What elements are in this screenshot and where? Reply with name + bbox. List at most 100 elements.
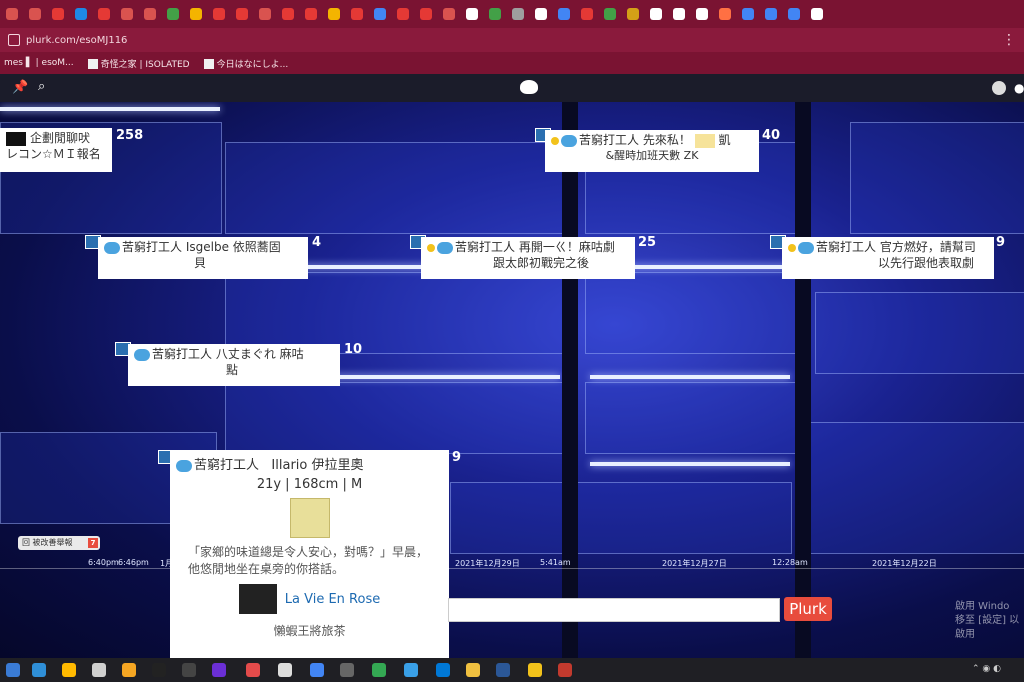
taskbar-app-icon[interactable] (32, 663, 46, 677)
address-bar[interactable]: plurk.com/esoMJ116 ⋮ (0, 28, 1024, 52)
browser-tab[interactable] (322, 0, 345, 28)
browser-tab[interactable] (598, 0, 621, 28)
browser-tab[interactable] (115, 0, 138, 28)
browser-tab[interactable] (138, 0, 161, 28)
plurk-card[interactable]: 苦窮打工人 Isgelbe 依照蕎固 貝 (98, 237, 308, 279)
browser-tab[interactable] (253, 0, 276, 28)
taskbar-app-icon[interactable] (528, 663, 542, 677)
response-count[interactable]: 4 (312, 235, 321, 250)
taskbar-app-icon[interactable] (404, 663, 418, 677)
start-icon[interactable] (6, 663, 20, 677)
taskbar-app-icon[interactable] (340, 663, 354, 677)
taskbar-app-icon[interactable] (436, 663, 450, 677)
browser-tab[interactable] (805, 0, 828, 28)
search-icon[interactable]: ⌕ (38, 79, 45, 94)
browser-tab[interactable] (46, 0, 69, 28)
browser-tab[interactable] (345, 0, 368, 28)
favicon-icon (143, 8, 156, 20)
browser-tab[interactable] (667, 0, 690, 28)
browser-tab[interactable] (368, 0, 391, 28)
plurk-logo[interactable] (520, 80, 538, 94)
browser-tab[interactable] (161, 0, 184, 28)
browser-tab[interactable] (621, 0, 644, 28)
plurk-icon (134, 348, 150, 361)
browser-tab[interactable] (713, 0, 736, 28)
favicon-icon (718, 8, 731, 20)
browser-tab[interactable] (759, 0, 782, 28)
browser-tab[interactable] (437, 0, 460, 28)
browser-tab[interactable] (69, 0, 92, 28)
aquarium-tank (225, 382, 567, 454)
plurk-card[interactable]: 苦窮打工人 八丈まぐれ 麻咕 點 (128, 344, 340, 386)
chrome-icon[interactable] (372, 663, 386, 677)
favicon-icon (488, 8, 501, 20)
taskbar-app-icon[interactable] (152, 663, 166, 677)
taskbar-app-icon[interactable] (212, 663, 226, 677)
tray-icons[interactable]: ⌃ ◉ ◐ (972, 664, 1001, 674)
taskbar-app-icon[interactable] (558, 663, 572, 677)
browser-tab[interactable] (184, 0, 207, 28)
bookmark-item[interactable]: 今日はなにしよ... (203, 57, 288, 70)
bookmark-item[interactable]: mes ▌ | esoM... (4, 58, 74, 68)
user-profile-popup[interactable]: 苦窮打工人 Illario 伊拉里奧 21y | 168cm | M 「家鄉的味… (170, 450, 449, 658)
taskbar-app-icon[interactable] (62, 663, 76, 677)
avatar[interactable] (289, 498, 330, 538)
taskbar-app-icon[interactable] (496, 663, 510, 677)
pin-icon[interactable]: 📌 (12, 80, 28, 95)
browser-tab[interactable] (782, 0, 805, 28)
browser-tab[interactable] (230, 0, 253, 28)
report-button[interactable]: 回 被改善舉報 7 (18, 536, 100, 550)
response-count[interactable]: 10 (344, 342, 362, 357)
browser-tab[interactable] (575, 0, 598, 28)
browser-tab[interactable] (0, 0, 23, 28)
response-count[interactable]: 9 (452, 450, 461, 465)
browser-tab[interactable] (23, 0, 46, 28)
notification-icon[interactable] (992, 81, 1006, 95)
browser-tab[interactable] (460, 0, 483, 28)
lock-icon (8, 34, 20, 46)
browser-tab[interactable] (736, 0, 759, 28)
browser-tab[interactable] (92, 0, 115, 28)
browser-tab[interactable] (552, 0, 575, 28)
browser-tab[interactable] (299, 0, 322, 28)
browser-tab[interactable] (391, 0, 414, 28)
browser-tab[interactable] (690, 0, 713, 28)
browser-tab[interactable] (506, 0, 529, 28)
browser-tab[interactable] (529, 0, 552, 28)
favicon-icon (5, 8, 18, 20)
response-count[interactable]: 9 (996, 235, 1005, 250)
taskbar-app-icon[interactable] (310, 663, 324, 677)
favicon-icon (419, 8, 432, 20)
favicon-icon (281, 8, 294, 20)
taskbar-app-icon[interactable] (122, 663, 136, 677)
browser-tab[interactable] (483, 0, 506, 28)
avatar (6, 131, 26, 146)
browser-tab[interactable] (414, 0, 437, 28)
profile-song[interactable]: La Vie En Rose (170, 584, 449, 614)
favicon-icon (695, 8, 708, 20)
taskbar-app-icon[interactable] (278, 663, 292, 677)
taskbar-app-icon[interactable] (182, 663, 196, 677)
browser-tab[interactable] (276, 0, 299, 28)
plurk-input[interactable] (448, 598, 780, 622)
response-count[interactable]: 40 (762, 128, 780, 143)
browser-tab[interactable] (644, 0, 667, 28)
popup-name: Illario 伊拉里奧 (271, 458, 364, 473)
url-text[interactable]: plurk.com/esoMJ116 (26, 35, 127, 46)
plurk-card[interactable]: 企劃閒聊吠 レコン☆ＭＩ報名 (0, 128, 112, 172)
menu-icon[interactable]: ⋮ (1002, 32, 1016, 48)
taskbar-app-icon[interactable] (246, 663, 260, 677)
browser-tab[interactable] (207, 0, 230, 28)
plurk-card[interactable]: 苦窮打工人 官方燃好，請幫司 以先行跟他表取劇 (782, 237, 994, 279)
taskbar-app-icon[interactable] (466, 663, 480, 677)
plurk-card[interactable]: 苦窮打工人 再開一ㄍ！麻咕劇 跟太郎初戰完之後 (421, 237, 635, 279)
favicon-icon (189, 8, 202, 20)
response-count[interactable]: 25 (638, 235, 656, 250)
response-count[interactable]: 258 (116, 128, 143, 143)
bookmark-item[interactable]: 奇怪之家 | ISOLATED (87, 57, 190, 70)
taskbar-app-icon[interactable] (92, 663, 106, 677)
song-title[interactable]: La Vie En Rose (285, 592, 380, 607)
plurk-card[interactable]: 苦窮打工人 先來私！ 凱 &醒時加班天數 ZK (545, 130, 759, 172)
avatar[interactable]: ● (1014, 81, 1024, 95)
plurk-submit-button[interactable]: Plurk (784, 597, 832, 621)
